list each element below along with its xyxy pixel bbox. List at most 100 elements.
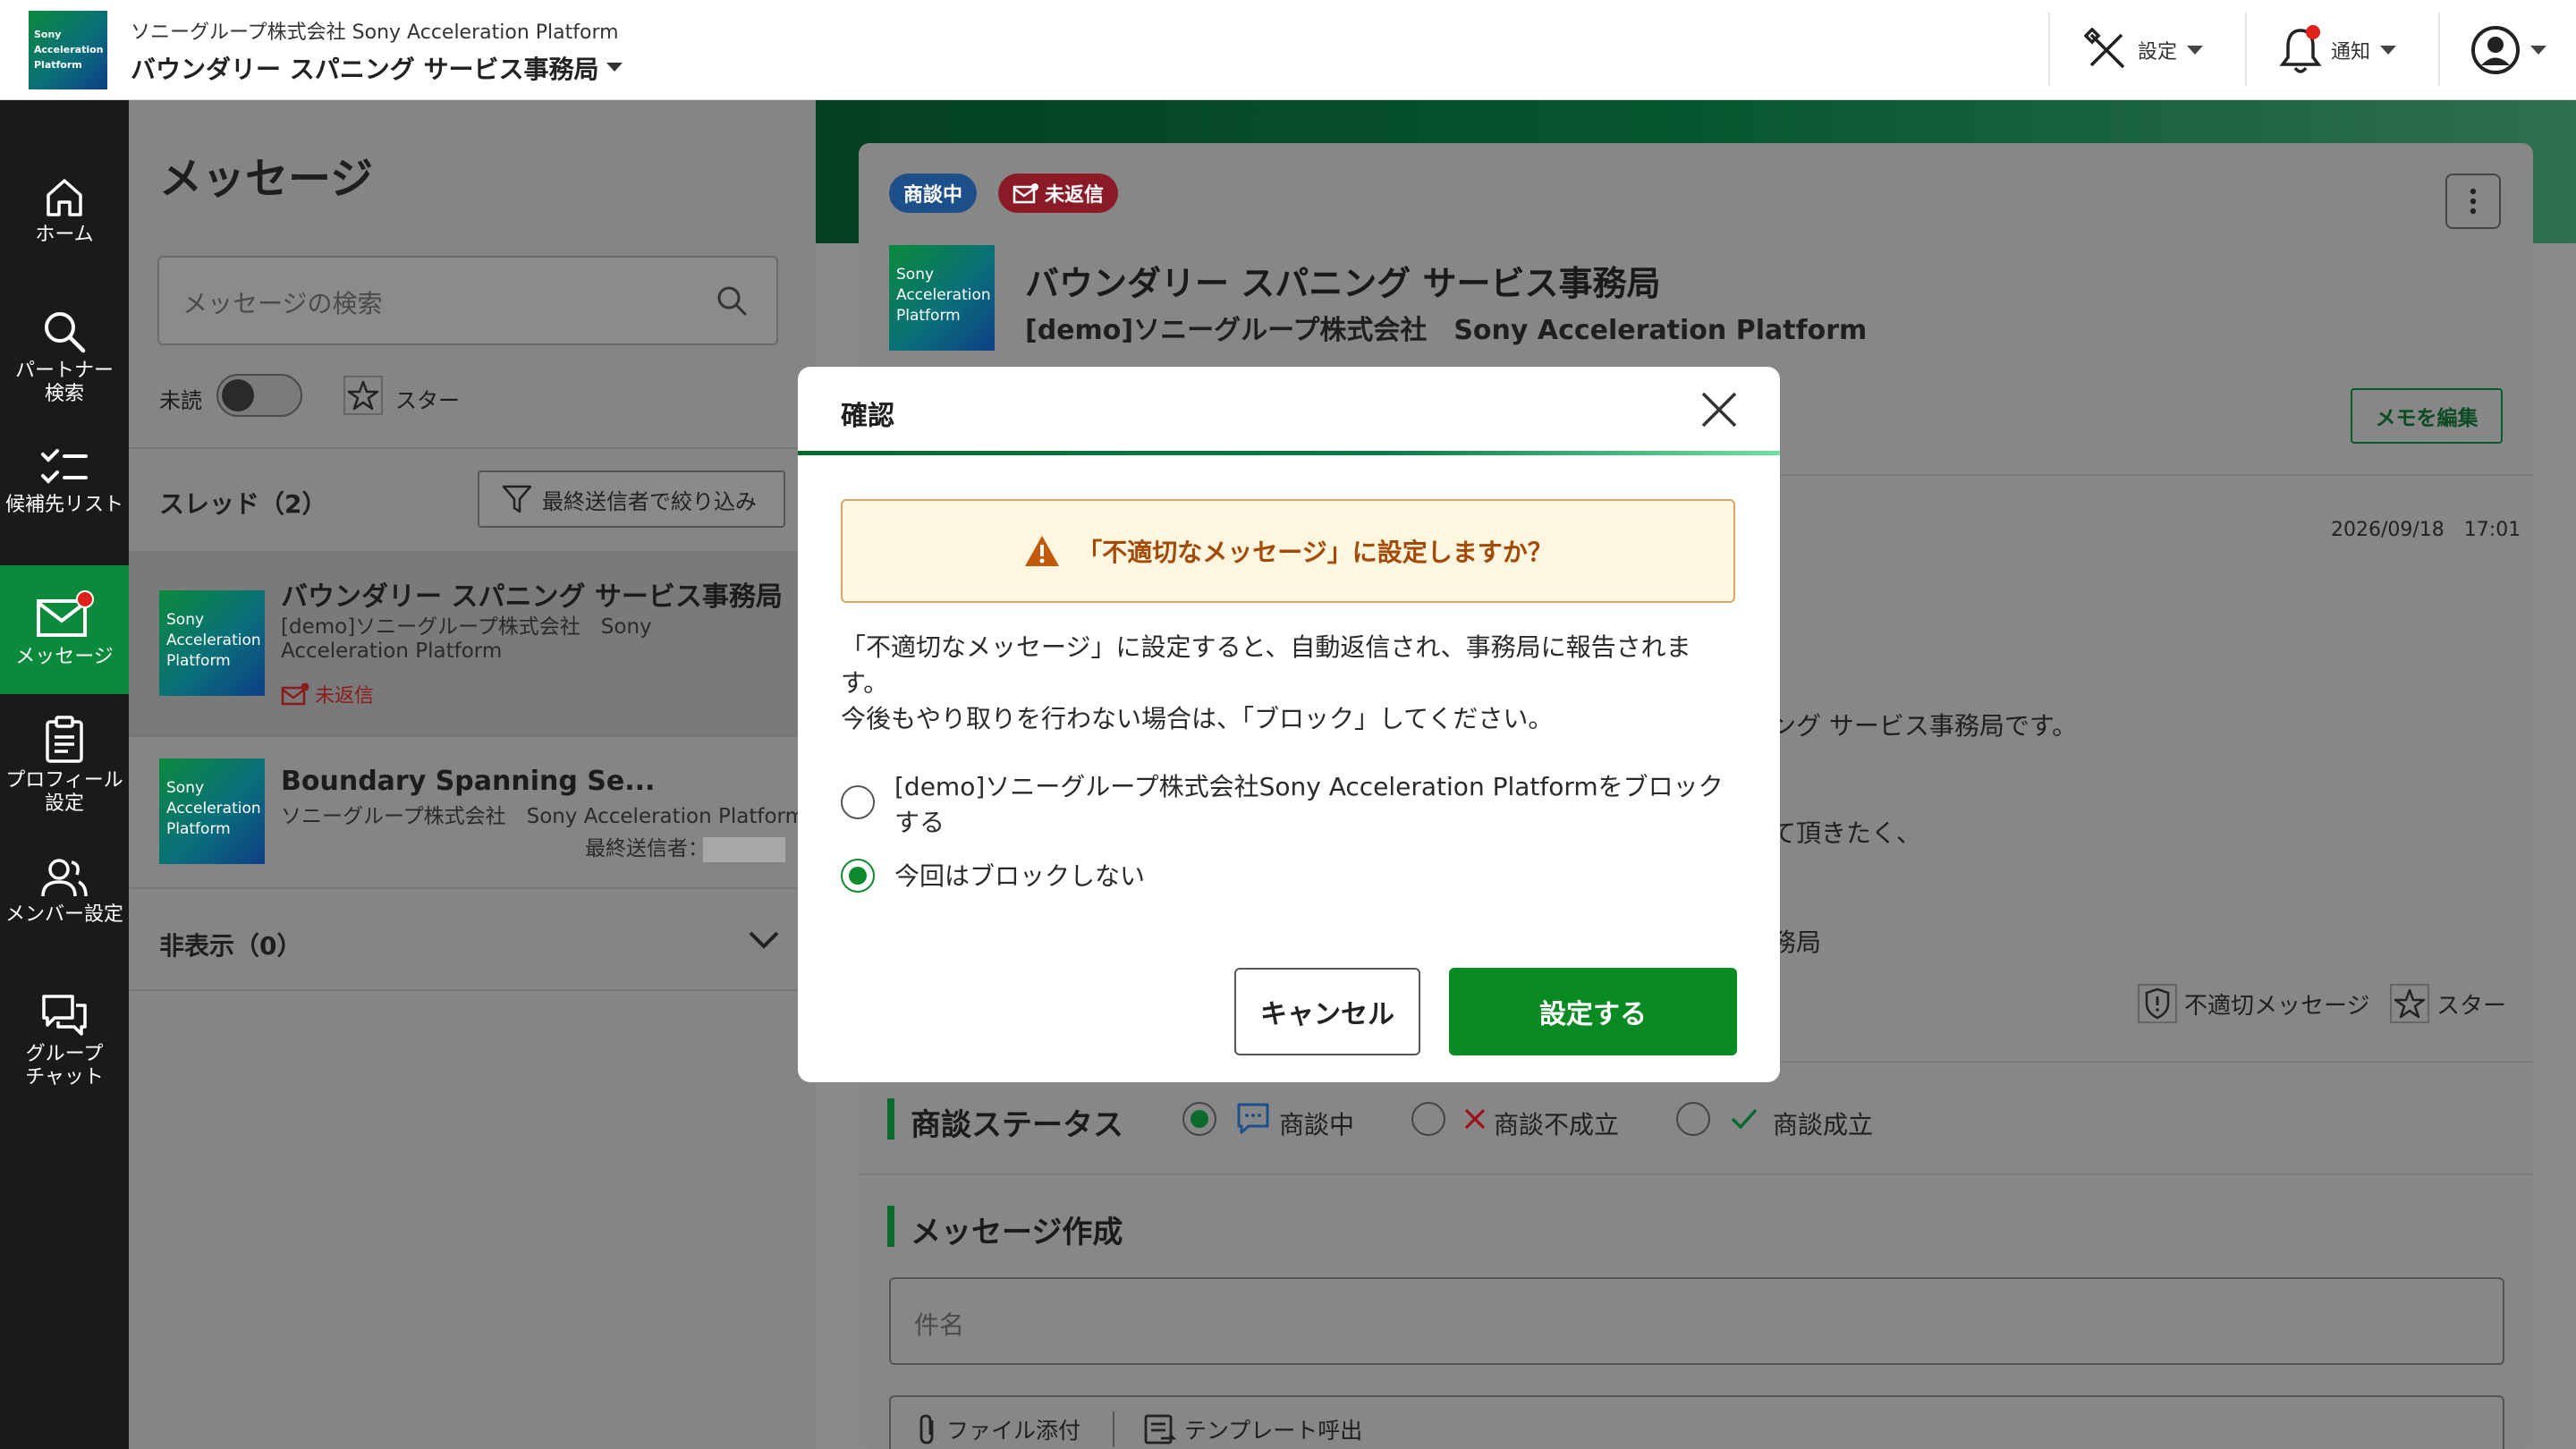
unreplied-badge: 未返信 [998,174,1119,213]
template-label: テンプレート呼出 [1184,1418,1363,1444]
search-icon [45,312,86,353]
chevron-down-icon [2380,46,2397,55]
attach-file-button[interactable]: ファイル添付 [916,1413,1080,1445]
nav-member-settings[interactable]: メンバー設定 [0,857,129,937]
nav-label: パートナー 検索 [14,360,114,405]
section-marker [887,1206,894,1247]
chevron-down-icon[interactable] [605,61,624,73]
star-icon[interactable] [343,376,383,415]
more-menu-button[interactable] [2445,174,2501,229]
block-option-label[interactable]: [demo]ソニーグループ株式会社Sony Acceleration Platf… [894,769,1726,841]
thread-name: バウンダリー スパニング サービス事務局 [281,581,783,613]
no-block-option-label[interactable]: 今回はブロックしない [894,859,1145,894]
filter-last-sender-button[interactable]: 最終送信者で絞り込み [478,470,785,528]
message-body-fragment: て頂きたく、 [1771,818,1922,848]
inappropriate-message-button[interactable]: 不適切メッセージ [2138,984,2369,1023]
mail-icon [37,590,94,637]
home-icon [47,179,82,216]
header-divider [2048,13,2050,86]
template-icon [1144,1414,1177,1445]
cancel-button[interactable]: キャンセル [1234,968,1420,1055]
notifications-label: 通知 [2331,41,2371,64]
close-icon[interactable] [1699,390,1739,429]
status-option-label: 商談不成立 [1494,1110,1620,1140]
nav-label: プロフィール 設定 [5,769,123,815]
chevron-down-icon[interactable] [748,930,780,950]
user-avatar-icon [2471,26,2520,74]
divider [129,887,816,889]
chat-bubble-icon [1237,1103,1269,1134]
compose-toolbar [889,1395,2504,1449]
search-icon[interactable] [716,284,748,317]
block-radio[interactable] [841,785,875,819]
thread-count: スレッド（2） [159,489,327,519]
partner-name: バウンダリー スパニング サービス事務局 [1025,264,1661,303]
nav-partner-search[interactable]: パートナー 検索 [0,309,129,417]
shield-icon [2138,984,2177,1023]
divider [859,1174,2533,1175]
nav-home[interactable]: ホーム [0,175,129,265]
last-sender-value [703,837,785,862]
thread-org: ソニーグループ株式会社 Sony Acceleration Platform [281,805,806,828]
divider [129,989,816,991]
thread-org: [demo]ソニーグループ株式会社 Sony Acceleration Plat… [281,615,652,663]
account-menu[interactable] [2470,23,2547,77]
warning-text: 「不適切なメッセージ」に設定しますか？ [1077,538,1553,567]
notifications-menu[interactable]: 通知 [2279,23,2397,77]
nav-label: グループ チャット [25,1043,104,1089]
message-date: 2026/09/18 17:01 [2331,519,2521,541]
people-icon [41,859,88,897]
dialog-body-text: 今後もやり取りを行わない場合は、「ブロック」してください。 [841,704,1554,733]
status-radio-success[interactable] [1676,1102,1710,1136]
nav-profile-settings[interactable]: プロフィール 設定 [0,716,129,828]
attach-label: ファイル添付 [946,1418,1081,1444]
nav-group-chat[interactable]: グループ チャット [0,993,129,1097]
top-header: Sony Acceleration Platform ソニーグループ株式会社 S… [0,0,2576,100]
no-block-radio[interactable] [841,859,875,893]
settings-menu[interactable]: 設定 [2084,23,2204,77]
nav-label: メッセージ [15,646,114,668]
page-title: メッセージ [159,154,374,204]
paperclip-icon [919,1414,934,1445]
status-radio-failed[interactable] [1411,1102,1445,1136]
thread-avatar: Sony Acceleration Platform [159,590,265,696]
nav-candidate-list[interactable]: 候補先リスト [0,447,129,528]
clipboard-icon [46,716,83,763]
status-radio-negotiating[interactable] [1182,1102,1216,1136]
dialog-body: 「不適切なメッセージ」に設定すると、自動返信され、事務局に報告されます。 今後も… [841,630,1735,737]
thread-avatar: Sony Acceleration Platform [159,758,265,864]
check-icon [1731,1108,1758,1130]
org-name: ソニーグループ株式会社 Sony Acceleration Platform [131,21,619,44]
star-button[interactable]: スター [2390,984,2506,1023]
confirm-button[interactable]: 設定する [1449,968,1737,1055]
toggle-knob [222,379,254,411]
deal-status-title: 商談ステータス [911,1107,1123,1143]
thread-status: 未返信 [315,685,375,708]
message-body-fragment: ング サービス事務局です。 [1771,711,2078,741]
subject-input[interactable] [889,1277,2504,1365]
status-option-label: 商談成立 [1773,1110,1874,1140]
nav-messages[interactable]: メッセージ [0,565,129,694]
close-icon [1464,1108,1486,1130]
filter-label: 最終送信者で絞り込み [542,488,757,514]
mail-icon [1013,183,1038,204]
inappropriate-label: 不適切メッセージ [2184,992,2370,1020]
nav-label: ホーム [35,224,94,246]
nav-label: メンバー設定 [4,903,123,926]
hidden-threads-label: 非表示（0） [159,931,302,961]
compose-title: メッセージ作成 [911,1215,1123,1250]
kebab-icon [2470,188,2477,215]
app-logo[interactable]: Sony Acceleration Platform [29,11,107,89]
unread-label: 未読 [159,388,202,413]
edit-memo-button[interactable]: メモを編集 [2351,388,2503,444]
partner-org: [demo]ソニーグループ株式会社 Sony Acceleration Plat… [1025,315,1868,346]
workspace-switcher[interactable]: バウンダリー スパニング サービス事務局 [131,50,599,86]
tools-icon [2084,28,2125,69]
warning-banner: 「不適切なメッセージ」に設定しますか？ [841,499,1735,603]
section-marker [887,1098,894,1140]
status-option-label: 商談中 [1279,1110,1355,1140]
template-button[interactable]: テンプレート呼出 [1143,1413,1362,1445]
thread-name: Boundary Spanning Se... [281,766,656,797]
filter-icon [502,485,532,513]
chat-icon [42,995,87,1036]
